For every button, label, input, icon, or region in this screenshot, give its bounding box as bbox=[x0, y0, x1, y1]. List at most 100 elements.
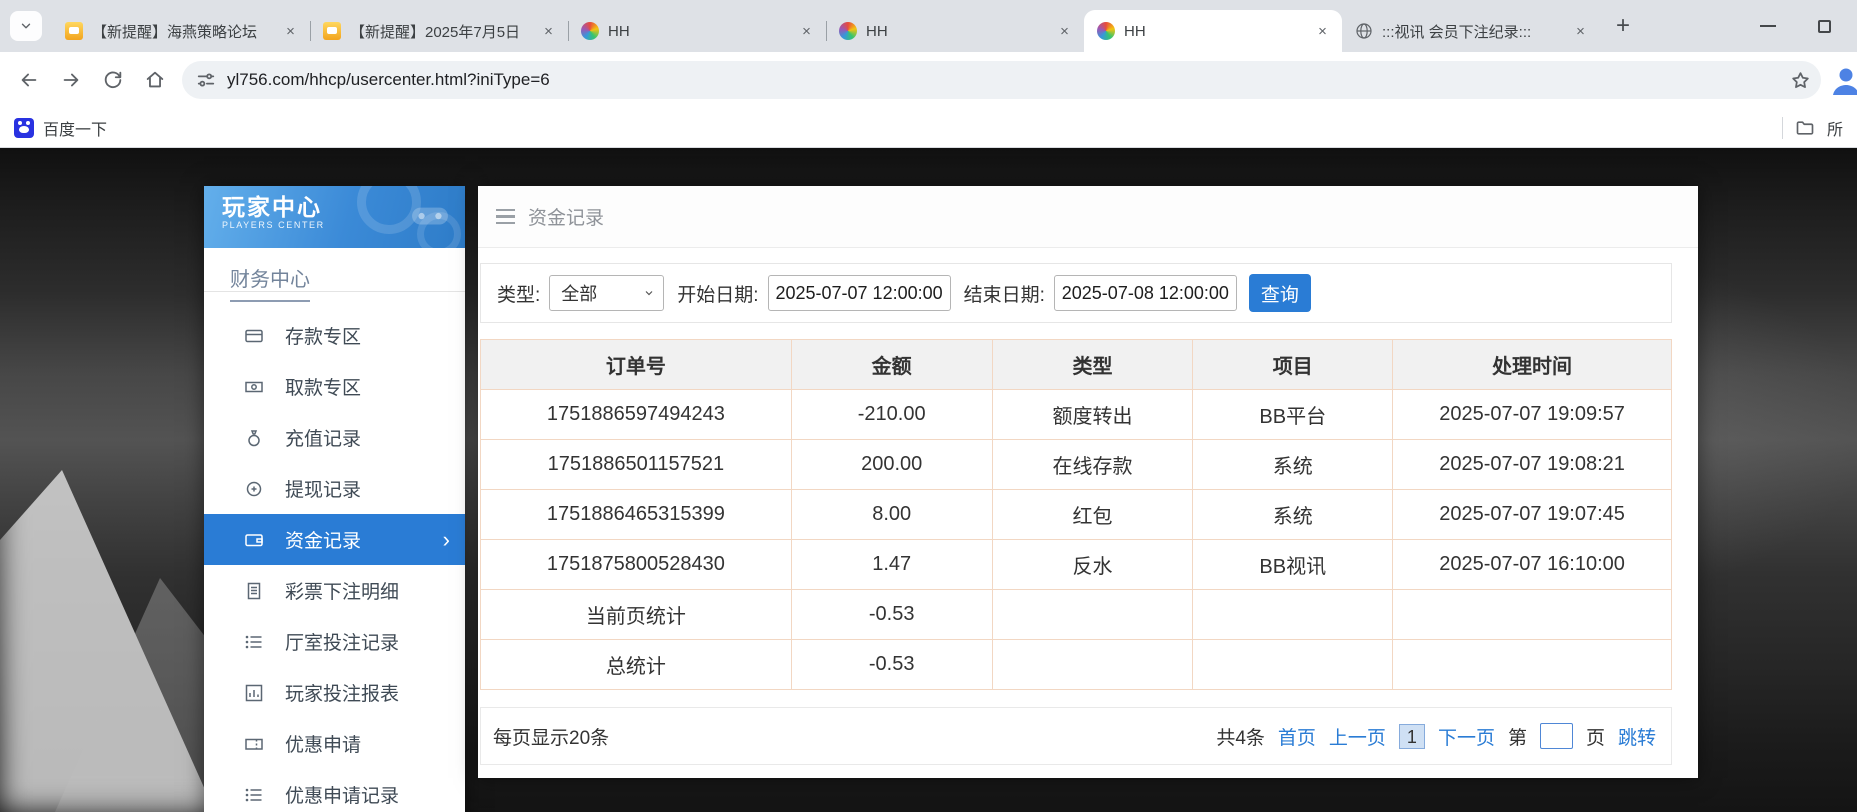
col-amount: 金额 bbox=[791, 340, 992, 390]
menu-icon[interactable] bbox=[496, 209, 515, 225]
baidu-icon bbox=[14, 118, 34, 138]
address-bar[interactable]: yl756.com/hhcp/usercenter.html?iniType=6 bbox=[182, 61, 1821, 99]
reload-button[interactable] bbox=[94, 61, 132, 99]
sidebar-item-deposit[interactable]: 存款专区 bbox=[204, 310, 465, 361]
bookmark-star-button[interactable] bbox=[1783, 63, 1817, 97]
filter-bar: 类型: 全部 开始日期: 结束日期: 查询 bbox=[480, 263, 1672, 323]
browser-tab[interactable]: 【新提醒】2025年7月5日 × bbox=[310, 10, 568, 52]
cell-empty bbox=[992, 590, 1193, 640]
profile-avatar[interactable] bbox=[1829, 63, 1857, 97]
maximize-button[interactable] bbox=[1818, 20, 1831, 33]
cell-time: 2025-07-07 16:10:00 bbox=[1393, 540, 1672, 590]
all-bookmarks-label[interactable]: 所 bbox=[1827, 116, 1843, 140]
bookmark-baidu[interactable]: 百度一下 bbox=[14, 116, 107, 140]
start-date-input[interactable] bbox=[768, 275, 951, 311]
sidebar-menu: 存款专区 取款专区 充值记录 提现记录 资金记录 › bbox=[204, 292, 465, 812]
star-icon bbox=[1790, 70, 1811, 91]
browser-tab[interactable]: :::视讯 会员下注纪录::: × bbox=[1342, 10, 1600, 52]
coupon-icon bbox=[244, 734, 264, 754]
chevron-right-icon: › bbox=[443, 529, 450, 551]
cash-icon bbox=[244, 377, 264, 397]
forward-arrow-icon bbox=[60, 69, 82, 91]
sidebar-item-withdrawal-records[interactable]: 提现记录 bbox=[204, 463, 465, 514]
browser-tab[interactable]: 【新提醒】海燕策略论坛 × bbox=[52, 10, 310, 52]
panel-title: 资金记录 bbox=[528, 203, 604, 230]
sidebar-item-promo-apply-records[interactable]: 优惠申请记录 bbox=[204, 769, 465, 812]
new-tab-button[interactable]: + bbox=[1606, 9, 1640, 43]
back-button[interactable] bbox=[10, 61, 48, 99]
site-favicon-icon bbox=[581, 22, 599, 40]
url-text: yl756.com/hhcp/usercenter.html?iniType=6 bbox=[227, 70, 1772, 90]
col-time: 处理时间 bbox=[1393, 340, 1672, 390]
table-row: 1751886501157521 200.00 在线存款 系统 2025-07-… bbox=[481, 440, 1672, 490]
tab-search-button[interactable] bbox=[10, 11, 42, 41]
wallet-icon bbox=[244, 530, 264, 550]
first-page-link[interactable]: 首页 bbox=[1278, 723, 1316, 750]
cell-empty bbox=[992, 640, 1193, 690]
tab-close-icon[interactable]: × bbox=[1313, 22, 1332, 41]
table-row: 1751875800528430 1.47 反水 BB视讯 2025-07-07… bbox=[481, 540, 1672, 590]
cell-amount: 200.00 bbox=[791, 440, 992, 490]
sidebar-item-funds-records[interactable]: 资金记录 › bbox=[204, 514, 465, 565]
cell-type: 额度转出 bbox=[992, 390, 1193, 440]
tab-close-icon[interactable]: × bbox=[281, 22, 300, 41]
browser-tab-active[interactable]: HH × bbox=[1084, 10, 1342, 52]
type-select[interactable]: 全部 bbox=[549, 275, 664, 311]
cell-empty bbox=[1193, 590, 1393, 640]
tab-title: 【新提醒】2025年7月5日 bbox=[350, 21, 530, 42]
end-date-input[interactable] bbox=[1054, 275, 1237, 311]
page-suffix-label: 页 bbox=[1586, 723, 1605, 750]
tab-close-icon[interactable]: × bbox=[1055, 22, 1074, 41]
tab-title: HH bbox=[1124, 23, 1304, 40]
type-label: 类型: bbox=[497, 280, 540, 307]
bookmarks-overflow: 所 bbox=[1782, 116, 1843, 140]
tab-close-icon[interactable]: × bbox=[797, 22, 816, 41]
folder-icon[interactable] bbox=[1795, 118, 1815, 138]
list-icon bbox=[244, 632, 264, 652]
forum-favicon-icon bbox=[323, 22, 341, 40]
site-favicon-icon bbox=[839, 22, 857, 40]
cell-order-id: 1751886465315399 bbox=[481, 490, 792, 540]
document-icon bbox=[244, 581, 264, 601]
col-order-id: 订单号 bbox=[481, 340, 792, 390]
search-button[interactable]: 查询 bbox=[1249, 274, 1311, 312]
sidebar-item-promo-apply[interactable]: 优惠申请 bbox=[204, 718, 465, 769]
home-button[interactable] bbox=[136, 61, 174, 99]
tab-close-icon[interactable]: × bbox=[1571, 22, 1590, 41]
sidebar-item-withdraw[interactable]: 取款专区 bbox=[204, 361, 465, 412]
jump-link[interactable]: 跳转 bbox=[1618, 723, 1656, 750]
cell-order-id: 1751886597494243 bbox=[481, 390, 792, 440]
tab-title: :::视讯 会员下注纪录::: bbox=[1382, 21, 1562, 42]
cell-amount: -0.53 bbox=[791, 590, 992, 640]
browser-tab[interactable]: HH × bbox=[568, 10, 826, 52]
moneybag-icon bbox=[244, 428, 264, 448]
sidebar-item-player-bet-report[interactable]: 玩家投注报表 bbox=[204, 667, 465, 718]
table-row-grand-total: 总统计 -0.53 bbox=[481, 640, 1672, 690]
total-count-label: 共4条 bbox=[1216, 723, 1265, 750]
sidebar-item-recharge-records[interactable]: 充值记录 bbox=[204, 412, 465, 463]
table-header-row: 订单号 金额 类型 项目 处理时间 bbox=[481, 340, 1672, 390]
back-arrow-icon bbox=[18, 69, 40, 91]
next-page-link[interactable]: 下一页 bbox=[1438, 723, 1495, 750]
cell-time: 2025-07-07 19:09:57 bbox=[1393, 390, 1672, 440]
gamepad-icon bbox=[411, 203, 449, 227]
tab-close-icon[interactable]: × bbox=[539, 22, 558, 41]
cell-project: BB视讯 bbox=[1193, 540, 1393, 590]
browser-tab[interactable]: HH × bbox=[826, 10, 1084, 52]
cell-project: 系统 bbox=[1193, 490, 1393, 540]
sidebar-item-lottery-bets[interactable]: 彩票下注明细 bbox=[204, 565, 465, 616]
page-jump-input[interactable] bbox=[1540, 723, 1573, 749]
cell-time: 2025-07-07 19:08:21 bbox=[1393, 440, 1672, 490]
forward-button[interactable] bbox=[52, 61, 90, 99]
prev-page-link[interactable]: 上一页 bbox=[1329, 723, 1386, 750]
minimize-button[interactable] bbox=[1760, 25, 1776, 27]
start-date-label: 开始日期: bbox=[677, 280, 758, 307]
cell-project: BB平台 bbox=[1193, 390, 1393, 440]
cell-empty bbox=[1193, 640, 1393, 690]
forum-favicon-icon bbox=[65, 22, 83, 40]
tab-strip: 【新提醒】海燕策略论坛 × 【新提醒】2025年7月5日 × HH × HH ×… bbox=[0, 0, 1857, 52]
home-icon bbox=[144, 69, 166, 91]
player-center-sidebar: 玩家中心 PLAYERS CENTER 财务中心 存款专区 取款专区 充值记录 bbox=[204, 186, 465, 812]
table-row-page-total: 当前页统计 -0.53 bbox=[481, 590, 1672, 640]
sidebar-item-hall-bet-records[interactable]: 厅室投注记录 bbox=[204, 616, 465, 667]
